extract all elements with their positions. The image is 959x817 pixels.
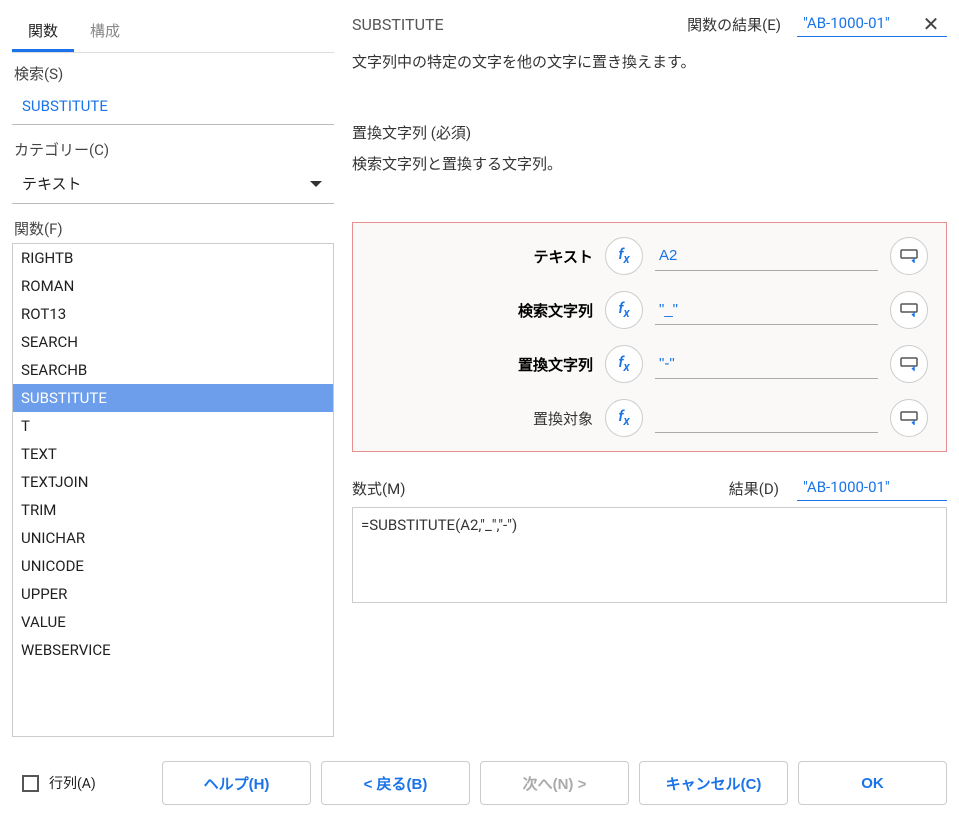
function-item[interactable]: VALUE	[13, 608, 333, 636]
functions-label: 関数(F)	[12, 214, 334, 243]
param-label: 置換対象	[363, 408, 593, 429]
function-item[interactable]: UPPER	[13, 580, 333, 608]
params-box: テキスト fx 検索文字列 fx 置換文字列 fx	[352, 222, 947, 452]
tab-label: 構成	[90, 22, 120, 40]
tab-structure[interactable]: 構成	[74, 10, 136, 52]
shrink-button[interactable]	[890, 399, 928, 437]
shrink-button[interactable]	[890, 345, 928, 383]
function-item[interactable]: UNICHAR	[13, 524, 333, 552]
help-button[interactable]: ヘルプ(H)	[162, 761, 311, 805]
param-row-replace: 置換文字列 fx	[363, 345, 928, 383]
ok-button[interactable]: OK	[798, 761, 947, 805]
param-help-title: 置換文字列 (必須)	[352, 122, 947, 143]
formula-input[interactable]	[352, 507, 947, 603]
right-panel: SUBSTITUTE 関数の結果(E) "AB-1000-01" 文字列中の特定…	[352, 10, 947, 737]
tab-functions[interactable]: 関数	[12, 10, 74, 52]
fx-button[interactable]: fx	[605, 291, 643, 329]
param-label: 検索文字列	[363, 300, 593, 321]
tab-label: 関数	[28, 22, 58, 40]
formula-header: 数式(M) 結果(D) "AB-1000-01"	[352, 476, 947, 501]
close-button[interactable]: ✕	[919, 12, 943, 36]
top-row: SUBSTITUTE 関数の結果(E) "AB-1000-01"	[352, 12, 947, 37]
param-row-text: テキスト fx	[363, 237, 928, 275]
shrink-icon	[900, 411, 918, 425]
function-item[interactable]: ROMAN	[13, 272, 333, 300]
function-item[interactable]: WEBSERVICE	[13, 636, 333, 664]
shrink-icon	[900, 249, 918, 263]
shrink-icon	[900, 303, 918, 317]
result-e-group: 関数の結果(E) "AB-1000-01"	[687, 12, 947, 37]
category-label: カテゴリー(C)	[12, 135, 334, 164]
param-label: テキスト	[363, 246, 593, 267]
category-select[interactable]: テキスト	[12, 164, 334, 204]
main-container: 関数 構成 検索(S) SUBSTITUTE カテゴリー(C) テキスト 関数(…	[0, 0, 959, 737]
search-label: 検索(S)	[12, 59, 334, 88]
next-button[interactable]: 次へ(N) >	[480, 761, 629, 805]
function-item[interactable]: ROT13	[13, 300, 333, 328]
array-checkbox[interactable]	[22, 775, 39, 792]
close-icon: ✕	[923, 12, 940, 36]
fx-button[interactable]: fx	[605, 237, 643, 275]
function-item[interactable]: TEXTJOIN	[13, 468, 333, 496]
array-label: 行列(A)	[49, 773, 96, 793]
param-input-replace[interactable]	[655, 349, 878, 379]
shrink-icon	[900, 357, 918, 371]
search-input[interactable]: SUBSTITUTE	[12, 88, 334, 125]
function-description: 文字列中の特定の文字を他の文字に置き換えます。	[352, 51, 947, 72]
back-button[interactable]: < 戻る(B)	[321, 761, 470, 805]
function-title: SUBSTITUTE	[352, 15, 444, 34]
function-item[interactable]: SEARCH	[13, 328, 333, 356]
fx-icon: fx	[618, 299, 629, 321]
formula-section: 数式(M) 結果(D) "AB-1000-01"	[352, 476, 947, 607]
left-panel: 関数 構成 検索(S) SUBSTITUTE カテゴリー(C) テキスト 関数(…	[12, 10, 334, 737]
param-label: 置換文字列	[363, 354, 593, 375]
result-d-group: 結果(D) "AB-1000-01"	[729, 476, 947, 501]
function-item[interactable]: UNICODE	[13, 552, 333, 580]
chevron-down-icon	[310, 181, 322, 187]
fx-icon: fx	[618, 353, 629, 375]
function-item-selected[interactable]: SUBSTITUTE	[13, 384, 333, 412]
array-checkbox-wrap[interactable]: 行列(A)	[12, 773, 96, 793]
function-item[interactable]: TEXT	[13, 440, 333, 468]
fx-icon: fx	[618, 407, 629, 429]
function-item[interactable]: SEARCHB	[13, 356, 333, 384]
cancel-button[interactable]: キャンセル(C)	[639, 761, 788, 805]
fx-icon: fx	[618, 245, 629, 267]
fx-button[interactable]: fx	[605, 399, 643, 437]
shrink-button[interactable]	[890, 291, 928, 329]
shrink-button[interactable]	[890, 237, 928, 275]
formula-label: 数式(M)	[352, 478, 405, 499]
category-value: テキスト	[22, 173, 82, 194]
param-row-search: 検索文字列 fx	[363, 291, 928, 329]
result-e-label: 関数の結果(E)	[687, 14, 781, 35]
function-list[interactable]: RIGHTB ROMAN ROT13 SEARCH SEARCHB SUBSTI…	[12, 243, 334, 737]
param-input-text[interactable]	[655, 241, 878, 271]
result-d-value: "AB-1000-01"	[797, 476, 947, 501]
tabs: 関数 構成	[12, 10, 334, 53]
param-row-occurrence: 置換対象 fx	[363, 399, 928, 437]
param-input-occurrence[interactable]	[655, 403, 878, 433]
footer: 行列(A) ヘルプ(H) < 戻る(B) 次へ(N) > キャンセル(C) OK	[0, 749, 959, 817]
param-help-desc: 検索文字列と置換する文字列。	[352, 153, 947, 174]
result-d-label: 結果(D)	[729, 478, 779, 499]
function-item[interactable]: T	[13, 412, 333, 440]
function-item[interactable]: RIGHTB	[13, 244, 333, 272]
param-input-search[interactable]	[655, 295, 878, 325]
function-item[interactable]: TRIM	[13, 496, 333, 524]
fx-button[interactable]: fx	[605, 345, 643, 383]
